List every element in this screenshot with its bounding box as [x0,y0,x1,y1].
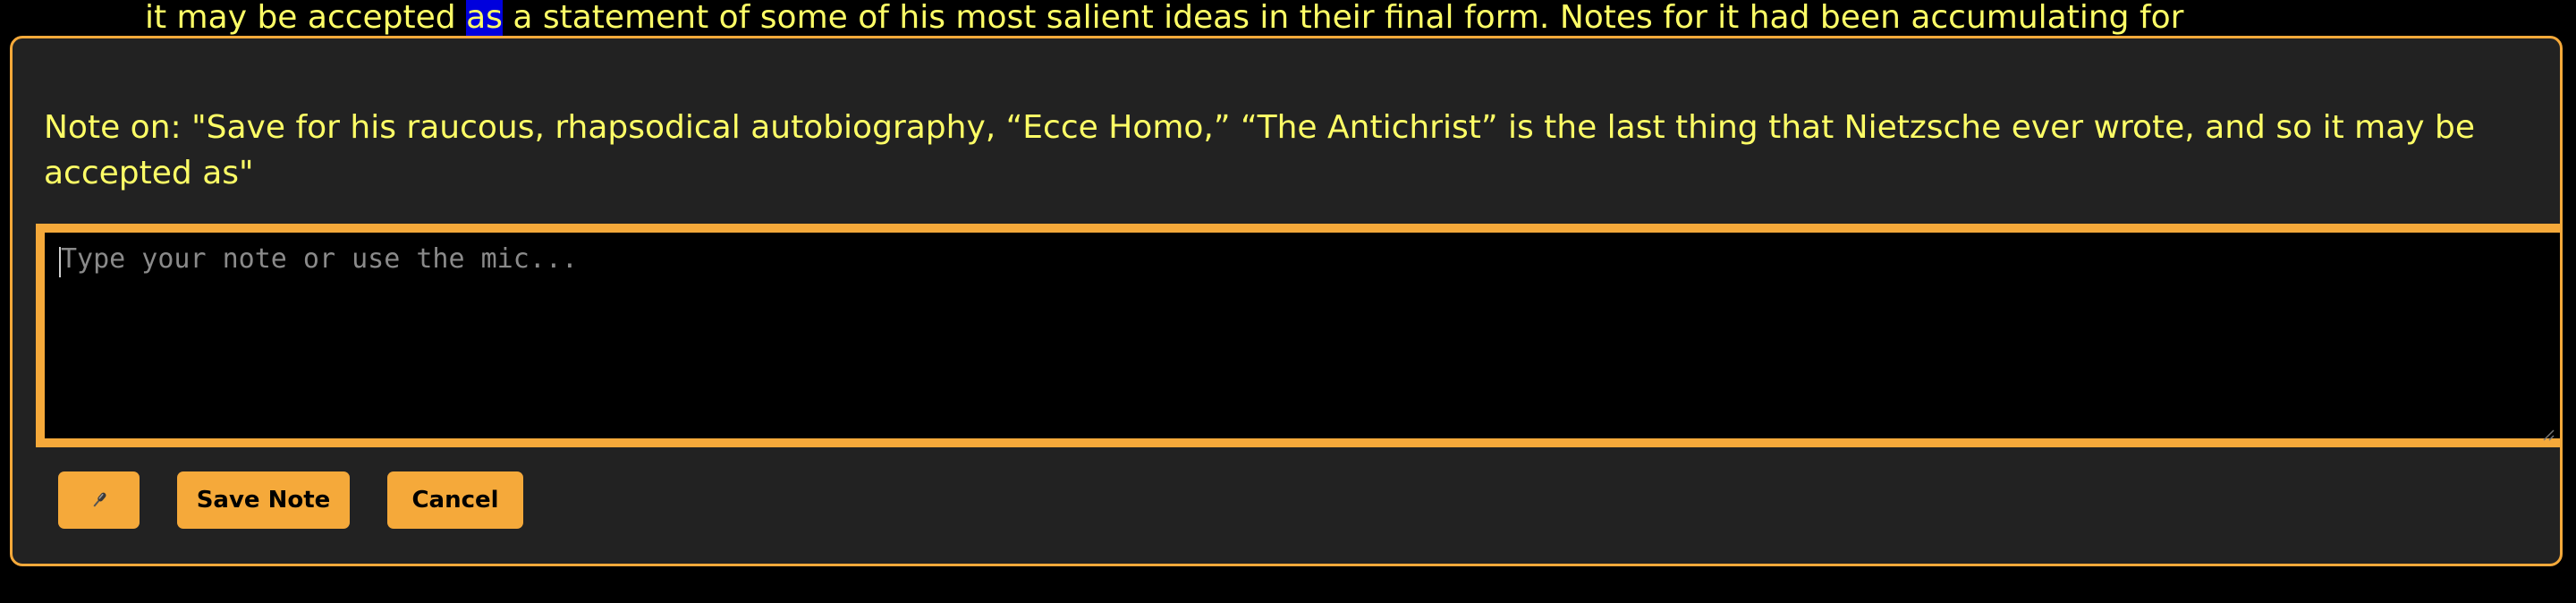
note-heading: Note on: "Save for his raucous, rhapsodi… [44,109,2475,191]
highlighted-word: as [466,0,503,36]
reader-text-line: it may be accepted as a statement of som… [145,0,2183,38]
reader-text-after: a statement of some of his most salient … [502,0,2184,36]
note-textarea[interactable] [36,224,2560,447]
cancel-button[interactable]: Cancel [387,471,523,529]
note-dialog: Note on: "Save for his raucous, rhapsodi… [10,36,2563,566]
mic-button[interactable] [58,471,140,529]
reader-text-before: it may be accepted [145,0,467,36]
microphone-icon [92,492,106,507]
text-caret [59,247,61,277]
save-note-button[interactable]: Save Note [177,471,350,529]
resize-handle-icon[interactable] [2542,429,2555,441]
